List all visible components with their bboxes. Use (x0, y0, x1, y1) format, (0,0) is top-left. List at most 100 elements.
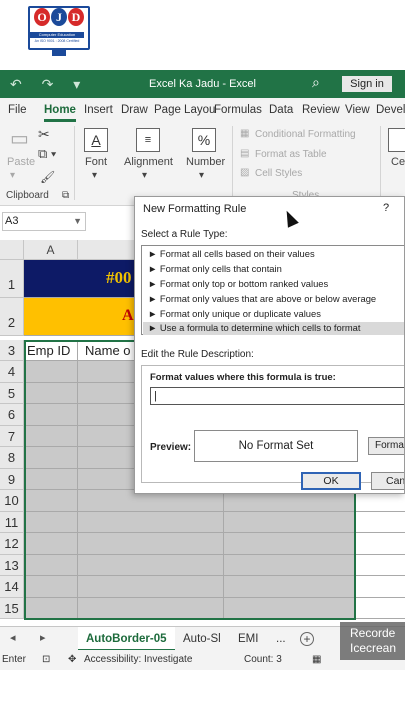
sheet-tab-active[interactable]: AutoBorder-05 (78, 627, 175, 651)
table-cell[interactable] (78, 554, 224, 576)
table-cell[interactable] (24, 361, 78, 383)
rule-type-item-selected[interactable]: ► Use a formula to determine which cells… (143, 322, 404, 335)
alignment-dropdown-icon[interactable]: ▾ (142, 170, 147, 181)
help-icon[interactable]: ? (383, 202, 389, 214)
font-icon[interactable]: A (84, 128, 108, 152)
table-cell[interactable] (24, 404, 78, 426)
cut-icon[interactable]: ✂ (38, 126, 50, 143)
copy-icon[interactable]: ⧉ ▾ (38, 146, 56, 162)
row-header[interactable]: 7 (0, 425, 24, 447)
table-cell[interactable] (24, 533, 78, 555)
tab-formulas[interactable]: Formulas (214, 104, 262, 116)
table-cell[interactable] (24, 554, 78, 576)
row-header[interactable]: 8 (0, 447, 24, 469)
font-dropdown-icon[interactable]: ▾ (92, 170, 97, 181)
cancel-button[interactable]: Canc (371, 472, 404, 490)
rule-type-item[interactable]: ► Format only top or bottom ranked value… (148, 278, 328, 289)
tab-view[interactable]: View (345, 104, 370, 116)
normal-view-icon[interactable]: ▦ (312, 654, 321, 665)
sheet-tab[interactable]: EMI (232, 627, 264, 651)
row-header[interactable]: 6 (0, 404, 24, 426)
table-cell[interactable] (224, 576, 356, 598)
table-cell[interactable] (356, 576, 405, 598)
cells-icon[interactable] (388, 128, 405, 152)
tab-file[interactable]: File (8, 104, 27, 116)
ok-button[interactable]: OK (301, 472, 361, 490)
tab-review[interactable]: Review (302, 104, 340, 116)
row-header[interactable]: 10 (0, 490, 24, 512)
row-header[interactable]: 4 (0, 361, 24, 383)
row-header[interactable]: 12 (0, 533, 24, 555)
add-sheet-icon[interactable]: + (300, 632, 314, 646)
table-cell[interactable] (78, 576, 224, 598)
table-cell[interactable] (24, 425, 78, 447)
table-cell[interactable] (224, 597, 356, 619)
number-dropdown-icon[interactable]: ▾ (199, 170, 204, 181)
tab-page-layout[interactable]: Page Layou (154, 104, 215, 116)
rule-type-item[interactable]: ► Format only values that are above or b… (148, 293, 376, 304)
cell-styles-button[interactable]: Cell Styles (255, 168, 302, 179)
table-cell[interactable] (24, 468, 78, 490)
table-cell[interactable] (24, 447, 78, 469)
rule-type-item[interactable]: ► Format all cells based on their values (148, 248, 315, 259)
number-label[interactable]: Number (186, 156, 225, 168)
sheet-tab[interactable]: Auto-Sl (176, 627, 228, 651)
rule-type-list[interactable]: ► Format all cells based on their values… (141, 245, 404, 335)
table-cell[interactable] (356, 554, 405, 576)
table-cell[interactable] (224, 554, 356, 576)
row-header[interactable]: 14 (0, 576, 24, 598)
cell-styles-icon[interactable]: ▨ (240, 167, 249, 178)
rule-type-item[interactable]: ► Format only unique or duplicate values (148, 308, 321, 319)
row-header[interactable]: 13 (0, 554, 24, 576)
tab-draw[interactable]: Draw (121, 104, 148, 116)
tab-developer[interactable]: Develo (376, 104, 405, 116)
table-cell[interactable] (224, 533, 356, 555)
row-header[interactable]: 5 (0, 382, 24, 404)
accessibility-icon[interactable]: ✥ (68, 654, 76, 665)
table-cell[interactable] (24, 490, 78, 512)
accessibility-status[interactable]: Accessibility: Investigate (84, 654, 192, 665)
header-cell-emp-id[interactable]: Emp ID (24, 340, 78, 361)
search-icon[interactable]: ⌕ (312, 74, 320, 91)
cells-label[interactable]: Cel (391, 156, 405, 168)
tab-home[interactable]: Home (44, 104, 76, 116)
row-header[interactable]: 15 (0, 597, 24, 619)
paste-label[interactable]: Paste (7, 156, 35, 168)
row-header[interactable]: 1 (0, 260, 24, 298)
table-cell[interactable] (224, 511, 356, 533)
clipboard-launcher-icon[interactable]: ⧉ (62, 190, 69, 201)
sheet-next-icon[interactable]: ▸ (40, 631, 46, 644)
sheet-prev-icon[interactable]: ◂ (10, 631, 16, 644)
sign-in-button[interactable]: Sign in (342, 76, 392, 92)
sheet-more[interactable]: ... (276, 627, 286, 651)
table-cell[interactable] (78, 597, 224, 619)
macro-record-icon[interactable]: ⊡ (42, 654, 50, 665)
alignment-label[interactable]: Alignment (124, 156, 173, 168)
table-cell[interactable] (24, 597, 78, 619)
select-all-corner[interactable] (0, 240, 24, 260)
number-icon[interactable]: % (192, 128, 216, 152)
row-header[interactable]: 9 (0, 468, 24, 490)
table-cell[interactable] (24, 511, 78, 533)
font-label[interactable]: Font (85, 156, 107, 168)
tab-insert[interactable]: Insert (84, 104, 113, 116)
paste-icon[interactable]: ▭ (10, 126, 29, 151)
format-button[interactable]: Forma (368, 437, 404, 455)
table-cell[interactable] (356, 533, 405, 555)
conditional-formatting-icon[interactable]: ▦ (240, 128, 249, 139)
table-cell[interactable] (356, 597, 405, 619)
name-box[interactable]: A3 ▼ (2, 212, 86, 231)
alignment-icon[interactable]: ≡ (136, 128, 160, 152)
paste-dropdown-icon[interactable]: ▾ (10, 170, 15, 181)
format-painter-icon[interactable]: 🖌 (40, 170, 55, 184)
rule-type-item[interactable]: ► Format only cells that contain (148, 263, 282, 274)
format-as-table-button[interactable]: Format as Table (255, 149, 327, 160)
table-cell[interactable] (24, 382, 78, 404)
table-cell[interactable] (24, 576, 78, 598)
conditional-formatting-button[interactable]: Conditional Formatting (255, 129, 356, 140)
row-header[interactable]: 11 (0, 511, 24, 533)
column-header-a[interactable]: A (24, 240, 78, 260)
formula-input[interactable]: | (150, 387, 404, 405)
tab-data[interactable]: Data (269, 104, 293, 116)
format-table-icon[interactable]: ▤ (240, 148, 249, 159)
